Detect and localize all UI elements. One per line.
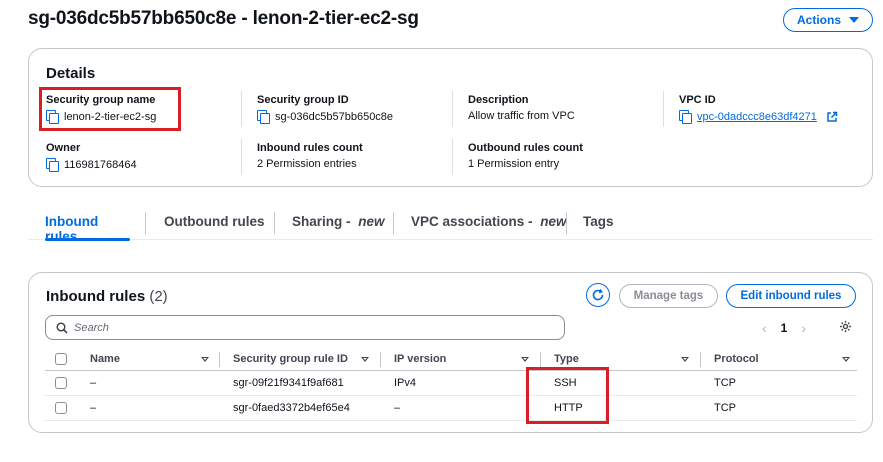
actions-label: Actions (796, 13, 841, 27)
field-label: VPC ID (679, 94, 716, 106)
manage-tags-button[interactable]: Manage tags (619, 284, 718, 308)
field-label: Owner (46, 142, 81, 154)
sort-icon[interactable] (681, 357, 689, 362)
inbound-rules-heading: Inbound rules (2) (46, 288, 168, 305)
tab-label: Sharing - (292, 214, 355, 229)
field-label: Description (468, 94, 529, 106)
cell-ip-version: IPv4 (394, 377, 417, 389)
chevron-left-icon[interactable]: ‹ (762, 320, 767, 336)
field-label: Security group ID (257, 94, 349, 106)
copy-icon[interactable] (46, 158, 59, 172)
cell-ip-version: – (394, 402, 401, 414)
cell-rule-id: sgr-09f21f9341f9af681 (233, 377, 344, 389)
details-heading: Details (46, 65, 96, 82)
tab-inbound-rules[interactable]: Inbound rules (45, 208, 130, 244)
cell-type: HTTP (554, 402, 583, 414)
tab-sharing[interactable]: Sharing - new (292, 208, 385, 240)
field-description: Description Allow traffic from VPC (468, 94, 575, 122)
rule-count: (2) (149, 288, 168, 305)
cell-type: SSH (554, 377, 577, 389)
table-row[interactable]: – sgr-09f21f9341f9af681 IPv4 SSH TCP (45, 371, 857, 396)
field-value: 2 Permission entries (257, 158, 357, 170)
actions-button[interactable]: Actions (783, 8, 873, 32)
inbound-rules-panel: Inbound rules (2) Manage tags Edit inbou… (28, 272, 873, 433)
tab-bar: Inbound rules Outbound rules Sharing - n… (28, 208, 873, 244)
tab-label: VPC associations - (411, 214, 537, 229)
external-link-icon[interactable] (826, 111, 838, 123)
field-label: Security group name (46, 94, 156, 106)
tab-label: Outbound rules (164, 214, 265, 229)
search-icon (56, 321, 68, 334)
copy-icon[interactable] (679, 110, 692, 124)
tab-tags[interactable]: Tags (583, 208, 614, 240)
field-sg-id: Security group ID sg-036dc5b57bb650c8e (257, 94, 394, 124)
field-value: lenon-2-tier-ec2-sg (64, 110, 157, 123)
field-sg-name: Security group name lenon-2-tier-ec2-sg (46, 94, 157, 124)
table-header: Name Security group rule ID IP version T… (45, 349, 857, 371)
search-input[interactable] (74, 321, 554, 334)
edit-inbound-rules-button[interactable]: Edit inbound rules (726, 284, 856, 308)
page-title: sg-036dc5b57bb650c8e - lenon-2-tier-ec2-… (28, 8, 419, 29)
pagination: ‹ 1 › (762, 320, 806, 336)
current-page[interactable]: 1 (781, 321, 788, 335)
table-row[interactable]: – sgr-0faed3372b4ef65e4 – HTTP TCP (45, 396, 857, 421)
tab-outbound-rules[interactable]: Outbound rules (164, 208, 265, 240)
cell-rule-id: sgr-0faed3372b4ef65e4 (233, 402, 350, 414)
new-badge: new (358, 214, 385, 229)
field-label: Outbound rules count (468, 142, 583, 154)
new-badge: new (540, 214, 567, 229)
field-value: 116981768464 (64, 158, 137, 171)
field-value: 1 Permission entry (468, 158, 560, 170)
sort-icon[interactable] (201, 357, 209, 362)
field-label: Inbound rules count (257, 142, 363, 154)
cell-protocol: TCP (714, 377, 736, 389)
field-inbound-count: Inbound rules count 2 Permission entries (257, 142, 363, 170)
vpc-id-link[interactable]: vpc-0dadccc8e63df4271 (697, 111, 817, 123)
copy-icon[interactable] (46, 110, 59, 124)
details-panel: Details Security group name lenon-2-tier… (28, 48, 873, 187)
field-outbound-count: Outbound rules count 1 Permission entry (468, 142, 583, 170)
col-ip-version[interactable]: IP version (394, 353, 446, 365)
field-owner: Owner 116981768464 (46, 142, 137, 172)
sort-icon[interactable] (842, 357, 850, 362)
col-protocol[interactable]: Protocol (714, 353, 759, 365)
cell-name: – (90, 402, 97, 414)
field-value: sg-036dc5b57bb650c8e (275, 110, 394, 123)
col-name[interactable]: Name (90, 353, 120, 365)
panel-title-text: Inbound rules (46, 288, 146, 305)
copy-icon[interactable] (257, 110, 270, 124)
caret-down-icon (849, 17, 859, 23)
col-type[interactable]: Type (554, 353, 579, 365)
row-checkbox[interactable] (55, 377, 67, 389)
cell-name: – (90, 377, 97, 389)
sort-icon[interactable] (361, 357, 369, 362)
col-rule-id[interactable]: Security group rule ID (233, 353, 348, 365)
chevron-right-icon[interactable]: › (801, 320, 806, 336)
row-checkbox[interactable] (55, 402, 67, 414)
tab-label: Inbound rules (45, 214, 99, 244)
cell-protocol: TCP (714, 402, 736, 414)
field-value: Allow traffic from VPC (468, 110, 575, 122)
tab-vpc-associations[interactable]: VPC associations - new (411, 208, 567, 240)
gear-icon[interactable] (839, 320, 852, 333)
tab-label: Tags (583, 214, 614, 229)
sort-icon[interactable] (521, 357, 529, 362)
search-box[interactable] (45, 315, 565, 340)
field-vpc-id: VPC ID vpc-0dadccc8e63df4271 (679, 94, 838, 124)
refresh-icon (592, 289, 604, 301)
refresh-button[interactable] (586, 283, 610, 307)
select-all-checkbox[interactable] (55, 353, 67, 365)
